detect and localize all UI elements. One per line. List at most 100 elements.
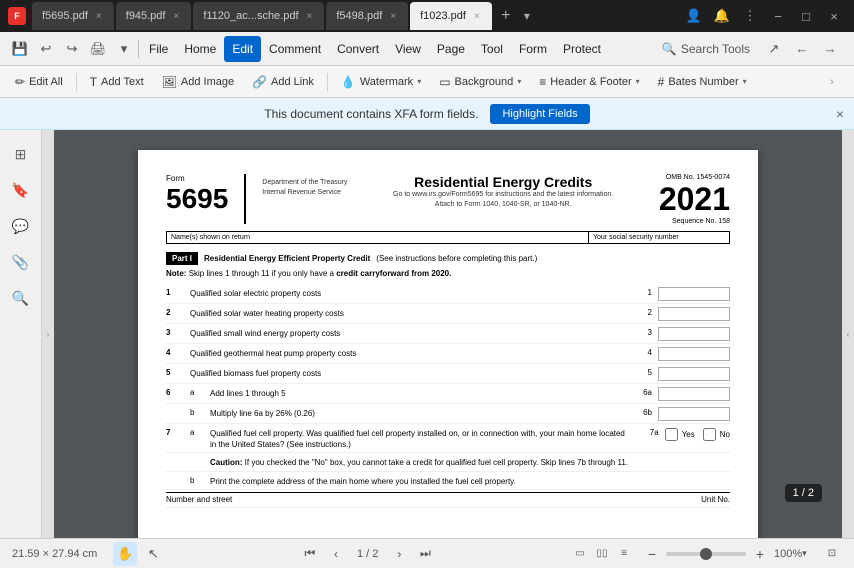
header-footer-button[interactable]: ≡ Header & Footer ▾ bbox=[532, 70, 646, 94]
edit-all-button[interactable]: ✏ Edit All bbox=[8, 70, 70, 94]
print-icon[interactable]: 🖨 bbox=[86, 37, 110, 61]
menu-form[interactable]: Form bbox=[511, 36, 555, 62]
line-box-6a[interactable] bbox=[658, 387, 730, 401]
menu-comment[interactable]: Comment bbox=[261, 36, 329, 62]
watermark-dropdown-icon: ▾ bbox=[417, 77, 421, 86]
sidebar-pages-icon[interactable]: ⊞ bbox=[5, 138, 37, 170]
main-area: ⊞ 🔖 💬 📎 🔍 › Form 5695 Department of the … bbox=[0, 130, 854, 538]
line-box-5[interactable] bbox=[658, 367, 730, 381]
tab-f5695[interactable]: f5695.pdf × bbox=[32, 2, 114, 30]
tab-f5498[interactable]: f5498.pdf × bbox=[326, 2, 408, 30]
scroll-view-button[interactable]: ≡ bbox=[614, 544, 634, 564]
yes-checkbox[interactable] bbox=[665, 428, 678, 441]
search-tools-button[interactable]: 🔍 Search Tools bbox=[654, 39, 758, 59]
tab-close-f5695[interactable]: × bbox=[94, 10, 104, 23]
tab-close-f945[interactable]: × bbox=[171, 10, 181, 23]
line-box-3[interactable] bbox=[658, 327, 730, 341]
close-button[interactable]: × bbox=[822, 4, 846, 28]
line-box-6b[interactable] bbox=[658, 407, 730, 421]
menu-edit[interactable]: Edit bbox=[224, 36, 261, 62]
back-icon[interactable]: ← bbox=[790, 37, 814, 61]
last-page-button[interactable]: ⏭ bbox=[414, 543, 436, 565]
prev-page-button[interactable]: ‹ bbox=[325, 543, 347, 565]
menu-page[interactable]: Page bbox=[429, 36, 473, 62]
page-badge: 1 / 2 bbox=[785, 484, 822, 502]
maximize-button[interactable]: □ bbox=[794, 4, 818, 28]
note-text: Skip lines 1 through 11 if you only have… bbox=[189, 269, 337, 278]
menu-protect[interactable]: Protect bbox=[555, 36, 609, 62]
add-link-button[interactable]: 🔗 Add Link bbox=[245, 70, 321, 94]
sidebar-bookmarks-icon[interactable]: 🔖 bbox=[5, 174, 37, 206]
edit-toolbar: ✏ Edit All T Add Text 🖼 Add Image 🔗 Add … bbox=[0, 66, 854, 98]
dropdown-icon[interactable]: ▾ bbox=[112, 37, 136, 61]
tab-f945[interactable]: f945.pdf × bbox=[116, 2, 192, 30]
double-page-view-button[interactable]: ▯▯ bbox=[592, 544, 612, 564]
external-link-icon[interactable]: ↗ bbox=[762, 37, 786, 61]
zoom-out-button[interactable]: − bbox=[642, 544, 662, 564]
tab-f1023[interactable]: f1023.pdf × bbox=[410, 2, 492, 30]
add-image-button[interactable]: 🖼 Add Image bbox=[155, 70, 241, 94]
watermark-button[interactable]: 💧 Watermark ▾ bbox=[334, 70, 428, 94]
first-page-button[interactable]: ⏮ bbox=[299, 543, 321, 565]
right-collapse-handle[interactable]: ‹ bbox=[842, 130, 854, 538]
new-tab-button[interactable]: + bbox=[494, 4, 518, 28]
form-omb: OMB No. 1545-0074 bbox=[659, 174, 730, 181]
menu-tool[interactable]: Tool bbox=[473, 36, 511, 62]
profile-icon[interactable]: 👤 bbox=[682, 4, 706, 28]
bates-number-button[interactable]: # Bates Number ▾ bbox=[651, 70, 754, 94]
toolbar-sep-2 bbox=[327, 73, 328, 91]
hand-tool-button[interactable]: ✋ bbox=[113, 542, 137, 566]
form-name-row: Name(s) shown on return Your social secu… bbox=[166, 231, 730, 244]
menu-view[interactable]: View bbox=[387, 36, 429, 62]
line-item-2: 2 Qualified solar water heating property… bbox=[166, 304, 730, 324]
line-desc-caution: Caution: If you checked the "No" box, yo… bbox=[210, 455, 730, 468]
notification-icon[interactable]: 🔔 bbox=[710, 4, 734, 28]
zoom-area: − + 100% ▾ bbox=[642, 544, 810, 564]
tab-close-f5498[interactable]: × bbox=[388, 10, 398, 23]
fit-page-button[interactable]: ⊡ bbox=[822, 544, 842, 564]
highlight-fields-button[interactable]: Highlight Fields bbox=[490, 104, 589, 124]
sidebar-comments-icon[interactable]: 💬 bbox=[5, 210, 37, 242]
redo-icon[interactable]: ↪ bbox=[60, 37, 84, 61]
menu-file[interactable]: File bbox=[141, 36, 176, 62]
menu-divider-1 bbox=[138, 40, 139, 58]
forward-icon[interactable]: → bbox=[818, 37, 842, 61]
header-divider bbox=[244, 174, 246, 224]
menu-icon[interactable]: ⋮ bbox=[738, 4, 762, 28]
select-tool-button[interactable]: ↖ bbox=[141, 542, 165, 566]
line-num-7b-empty bbox=[166, 474, 184, 476]
tab-close-f1120[interactable]: × bbox=[305, 10, 315, 23]
no-checkbox[interactable] bbox=[703, 428, 716, 441]
search-icon: 🔍 bbox=[662, 42, 677, 56]
total-pages-num: 2 bbox=[372, 548, 378, 560]
next-page-button[interactable]: › bbox=[388, 543, 410, 565]
background-button[interactable]: ▭ Background ▾ bbox=[432, 70, 528, 94]
line-item-1: 1 Qualified solar electric property cost… bbox=[166, 284, 730, 304]
tab-overflow-button[interactable]: ▾ bbox=[520, 9, 534, 23]
menu-convert[interactable]: Convert bbox=[329, 36, 387, 62]
xfa-close-button[interactable]: × bbox=[836, 106, 844, 122]
line-box-1[interactable] bbox=[658, 287, 730, 301]
zoom-slider[interactable] bbox=[666, 552, 746, 556]
menu-home[interactable]: Home bbox=[176, 36, 224, 62]
page-navigation: ⏮ ‹ 1 / 2 › ⏭ bbox=[299, 543, 436, 565]
minimize-button[interactable]: − bbox=[766, 4, 790, 28]
undo-icon[interactable]: ↩ bbox=[34, 37, 58, 61]
sidebar-search-icon[interactable]: 🔍 bbox=[5, 282, 37, 314]
tab-close-f1023[interactable]: × bbox=[472, 10, 482, 23]
tab-f1120[interactable]: f1120_ac...sche.pdf × bbox=[193, 2, 324, 30]
line-desc-4: Qualified geothermal heat pump property … bbox=[190, 346, 622, 359]
tab-label: f5695.pdf bbox=[42, 10, 88, 22]
pdf-viewer[interactable]: Form 5695 Department of the TreasuryInte… bbox=[54, 130, 842, 538]
toolbar-more-button[interactable]: › bbox=[830, 76, 846, 88]
sidebar-attachments-icon[interactable]: 📎 bbox=[5, 246, 37, 278]
add-text-button[interactable]: T Add Text bbox=[83, 70, 151, 94]
zoom-in-button[interactable]: + bbox=[750, 544, 770, 564]
left-collapse-handle[interactable]: › bbox=[42, 130, 54, 538]
save-icon[interactable]: 💾 bbox=[8, 37, 32, 61]
line-box-2[interactable] bbox=[658, 307, 730, 321]
line-num-7: 7 bbox=[166, 426, 184, 437]
zoom-dropdown-arrow[interactable]: ▾ bbox=[802, 548, 807, 559]
single-page-view-button[interactable]: ▭ bbox=[570, 544, 590, 564]
line-box-4[interactable] bbox=[658, 347, 730, 361]
